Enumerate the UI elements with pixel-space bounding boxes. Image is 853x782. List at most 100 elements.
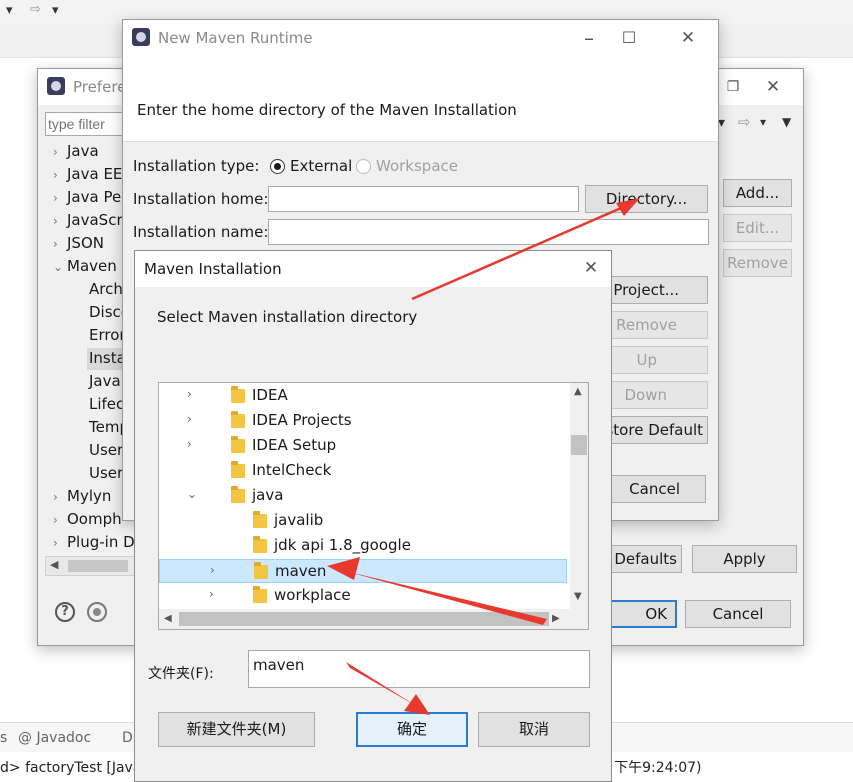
pref-tree-item[interactable]: Insta bbox=[89, 349, 126, 367]
close-icon[interactable]: ✕ bbox=[579, 256, 603, 280]
chevron-right-icon[interactable]: › bbox=[187, 387, 192, 401]
chevron-right-icon[interactable]: › bbox=[210, 563, 215, 577]
minimize-icon[interactable]: – bbox=[577, 26, 601, 50]
chevron-right-icon[interactable]: › bbox=[53, 191, 67, 205]
cancel-button[interactable]: Cancel bbox=[685, 600, 791, 628]
chevron-right-icon[interactable]: › bbox=[53, 214, 67, 228]
restore-default-button[interactable]: store Default bbox=[603, 416, 708, 444]
restore-icon[interactable]: ❐ bbox=[721, 75, 745, 99]
pref-tree-item[interactable]: User bbox=[89, 441, 123, 459]
console-tab-problems[interactable]: s bbox=[0, 730, 7, 746]
folder-row[interactable]: IntelCheck bbox=[159, 459, 567, 483]
apply-button[interactable]: Apply bbox=[692, 545, 797, 573]
pref-tree-item[interactable]: Lifec bbox=[89, 395, 124, 413]
chevron-right-icon[interactable]: › bbox=[187, 412, 192, 426]
edit-button[interactable]: Edit... bbox=[723, 214, 792, 242]
folder-icon bbox=[254, 562, 268, 579]
folder-row[interactable]: › IDEA bbox=[159, 384, 567, 408]
up-button[interactable]: Up bbox=[603, 346, 708, 374]
picker-instruction-panel: Select Maven installation directory bbox=[135, 287, 611, 345]
record-icon[interactable] bbox=[87, 602, 107, 622]
pref-tree-item[interactable]: Error bbox=[89, 326, 126, 344]
pref-tree-item[interactable]: › Java Pe bbox=[53, 188, 121, 206]
external-radio[interactable] bbox=[270, 159, 285, 174]
project-button[interactable]: Project... bbox=[603, 276, 708, 304]
pref-tree-item[interactable]: › Java EE bbox=[53, 165, 122, 183]
folder-name: javalib bbox=[274, 511, 324, 529]
down-button[interactable]: Down bbox=[603, 381, 708, 409]
scroll-left-icon[interactable]: ◀ bbox=[50, 558, 58, 571]
tree-vscrollbar[interactable]: ▲ ▼ bbox=[570, 383, 588, 611]
pref-tree-item[interactable]: › Oomph bbox=[53, 510, 122, 528]
cancel-button[interactable]: 取消 bbox=[478, 712, 590, 747]
dropdown-icon[interactable]: ▾ bbox=[52, 3, 59, 18]
workspace-radio[interactable] bbox=[356, 159, 371, 174]
pref-tree-item[interactable]: › Java bbox=[53, 142, 99, 160]
new-folder-button[interactable]: 新建文件夹(M) bbox=[158, 712, 315, 747]
scroll-left-icon[interactable]: ◀ bbox=[164, 613, 172, 624]
folder-tree[interactable]: › IDEA › IDEA Projects › IDEA Setup IntelCheck… bbox=[158, 382, 589, 630]
filter-input[interactable] bbox=[45, 112, 125, 136]
folder-row[interactable]: › maven bbox=[159, 559, 567, 583]
dropdown-icon[interactable]: ▾ bbox=[760, 115, 766, 129]
console-tab-javadoc[interactable]: @ Javadoc bbox=[18, 730, 91, 746]
external-radio-label[interactable]: External bbox=[290, 157, 352, 175]
remove-button[interactable]: Remove bbox=[723, 249, 792, 277]
pref-tree-label: Plug-in D bbox=[67, 533, 135, 551]
pref-tree-item[interactable]: Java bbox=[89, 372, 121, 390]
installation-name-input[interactable] bbox=[268, 219, 709, 245]
pref-tree-item[interactable]: User bbox=[89, 464, 123, 482]
chevron-right-icon[interactable]: › bbox=[209, 587, 214, 601]
folder-row[interactable]: ⌄ java bbox=[159, 484, 567, 508]
scroll-thumb[interactable] bbox=[571, 435, 587, 455]
maximize-icon[interactable]: ☐ bbox=[617, 26, 641, 50]
chevron-right-icon[interactable]: › bbox=[187, 437, 192, 451]
pref-tree-item[interactable]: › Mylyn bbox=[53, 487, 111, 505]
directory-button[interactable]: Directory... bbox=[585, 185, 708, 213]
folder-input-value: maven bbox=[253, 656, 305, 674]
chevron-down-icon[interactable]: ⌄ bbox=[187, 487, 197, 501]
runtime-title: New Maven Runtime bbox=[158, 29, 313, 47]
remove-button[interactable]: Remove bbox=[603, 311, 708, 339]
cancel-button[interactable]: Cancel bbox=[603, 475, 706, 503]
tree-hscrollbar[interactable]: ◀ ▶ bbox=[159, 609, 588, 629]
view-menu-icon[interactable]: ▼ bbox=[782, 115, 791, 129]
chevron-right-icon[interactable]: › bbox=[53, 536, 67, 550]
forward-icon[interactable]: ⇨ bbox=[738, 113, 751, 131]
chevron-down-icon[interactable]: ⌄ bbox=[53, 260, 67, 274]
chevron-right-icon[interactable]: › bbox=[53, 237, 67, 251]
close-icon[interactable]: ✕ bbox=[761, 75, 785, 99]
pref-tree-item[interactable]: › JSON bbox=[53, 234, 104, 252]
chevron-right-icon[interactable]: › bbox=[53, 168, 67, 182]
close-icon[interactable]: ✕ bbox=[676, 26, 700, 50]
installation-home-input[interactable] bbox=[268, 186, 579, 212]
pref-tree-item[interactable]: Arch bbox=[89, 280, 123, 298]
dropdown-icon[interactable]: ▾ bbox=[6, 3, 13, 18]
folder-row[interactable]: › IDEA Projects bbox=[159, 409, 567, 433]
pref-tree-item[interactable]: › JavaScr bbox=[53, 211, 123, 229]
scroll-thumb[interactable] bbox=[179, 612, 549, 626]
ok-button[interactable]: 确定 bbox=[356, 712, 468, 747]
scroll-thumb[interactable] bbox=[68, 560, 128, 572]
scroll-right-icon[interactable]: ▶ bbox=[552, 613, 560, 624]
chevron-right-icon[interactable]: › bbox=[53, 145, 67, 159]
scroll-down-icon[interactable]: ▼ bbox=[574, 591, 582, 602]
folder-row[interactable]: › workplace bbox=[159, 584, 567, 608]
workspace-radio-label[interactable]: Workspace bbox=[376, 157, 458, 175]
forward-icon[interactable]: ⇨ bbox=[30, 2, 41, 17]
add-button[interactable]: Add... bbox=[723, 179, 792, 207]
folder-row[interactable]: › IDEA Setup bbox=[159, 434, 567, 458]
console-tab-declaration[interactable]: D bbox=[122, 730, 133, 746]
pref-tree-item[interactable]: › Plug-in D bbox=[53, 533, 135, 551]
folder-row[interactable]: jdk api 1.8_google bbox=[159, 534, 567, 558]
pref-tree-item[interactable]: ⌄ Maven bbox=[53, 257, 117, 275]
chevron-right-icon[interactable]: › bbox=[53, 513, 67, 527]
scroll-up-icon[interactable]: ▲ bbox=[574, 386, 582, 397]
tree-hscrollbar[interactable]: ◀ bbox=[45, 556, 135, 576]
nav-back-dropdown-icon[interactable]: ▾ bbox=[718, 115, 725, 131]
folder-input[interactable]: maven bbox=[248, 650, 590, 688]
chevron-right-icon[interactable]: › bbox=[53, 490, 67, 504]
help-icon[interactable]: ? bbox=[55, 602, 75, 622]
pref-tree-label: Error bbox=[89, 326, 126, 344]
folder-row[interactable]: javalib bbox=[159, 509, 567, 533]
